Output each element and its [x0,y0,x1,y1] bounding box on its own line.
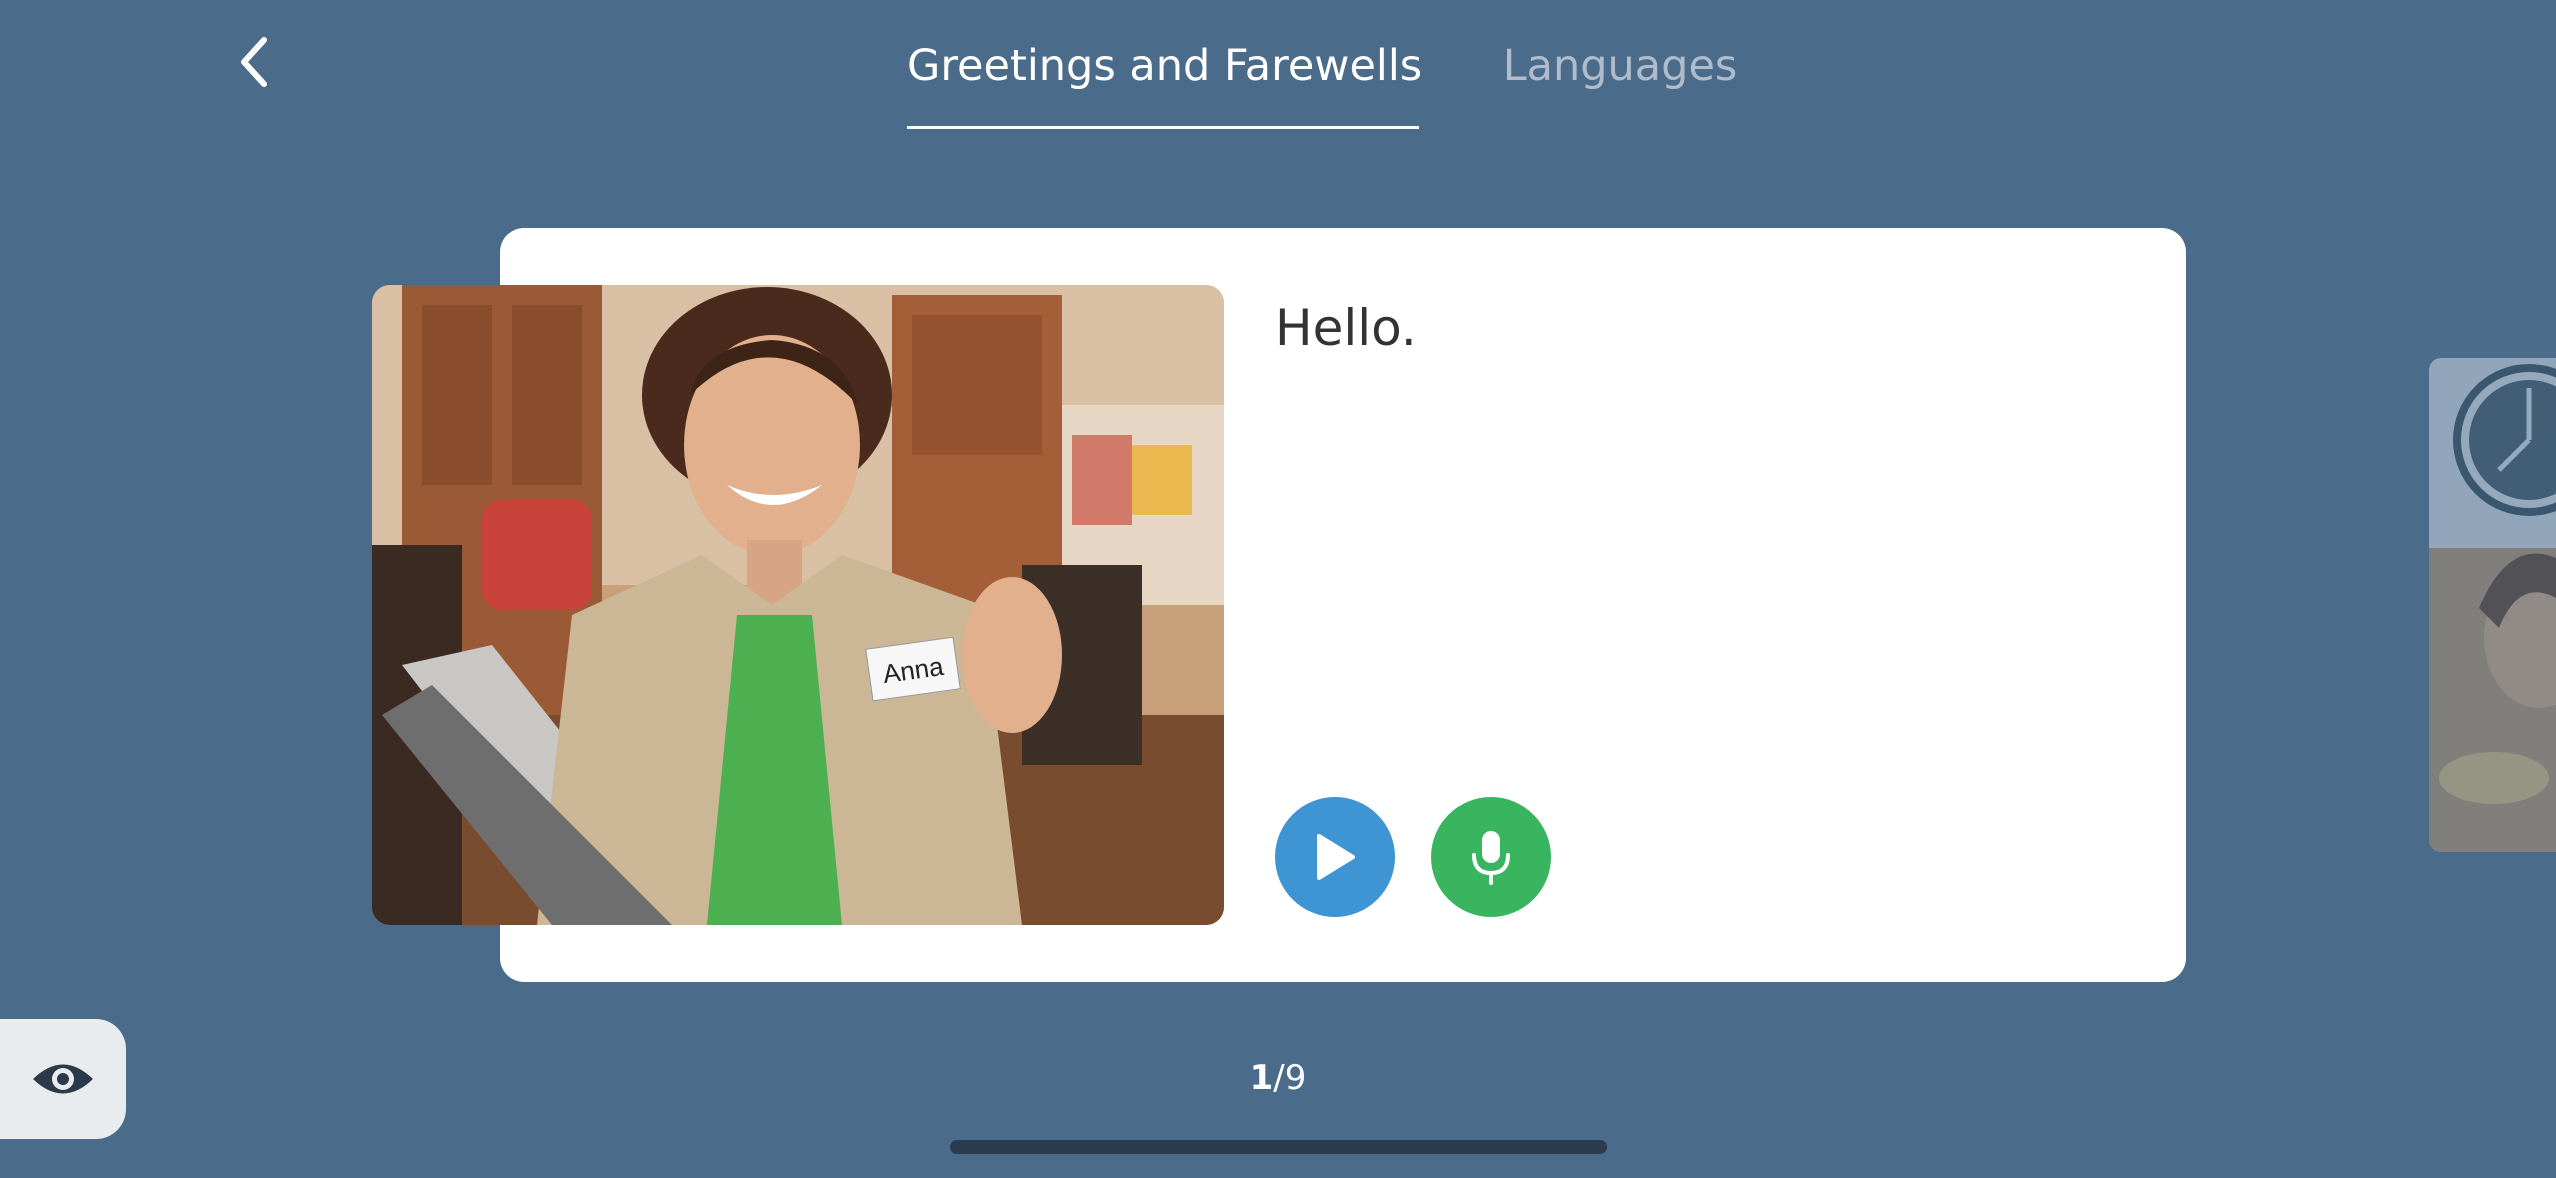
back-button[interactable] [222,30,286,94]
home-indicator[interactable] [950,1140,1607,1154]
lesson-image: Anna [372,285,1224,925]
eye-icon [33,1064,93,1094]
tab-languages[interactable]: Languages [1500,38,1740,94]
active-tab-indicator [907,126,1419,129]
microphone-icon [1472,831,1510,885]
record-voice-button[interactable] [1431,797,1551,917]
page-counter: 1/9 [1178,1054,1378,1102]
tab-greetings-and-farewells[interactable]: Greetings and Farewells [907,38,1422,94]
chevron-left-icon [241,37,267,87]
current-page: 1 [1249,1058,1274,1098]
total-pages: /9 [1273,1058,1307,1098]
toggle-text-visibility-button[interactable] [0,1019,126,1139]
play-icon [1317,834,1355,880]
play-audio-button[interactable] [1275,797,1395,917]
phrase-text: Hello. [1275,299,1417,357]
next-card-preview[interactable] [2429,358,2556,852]
